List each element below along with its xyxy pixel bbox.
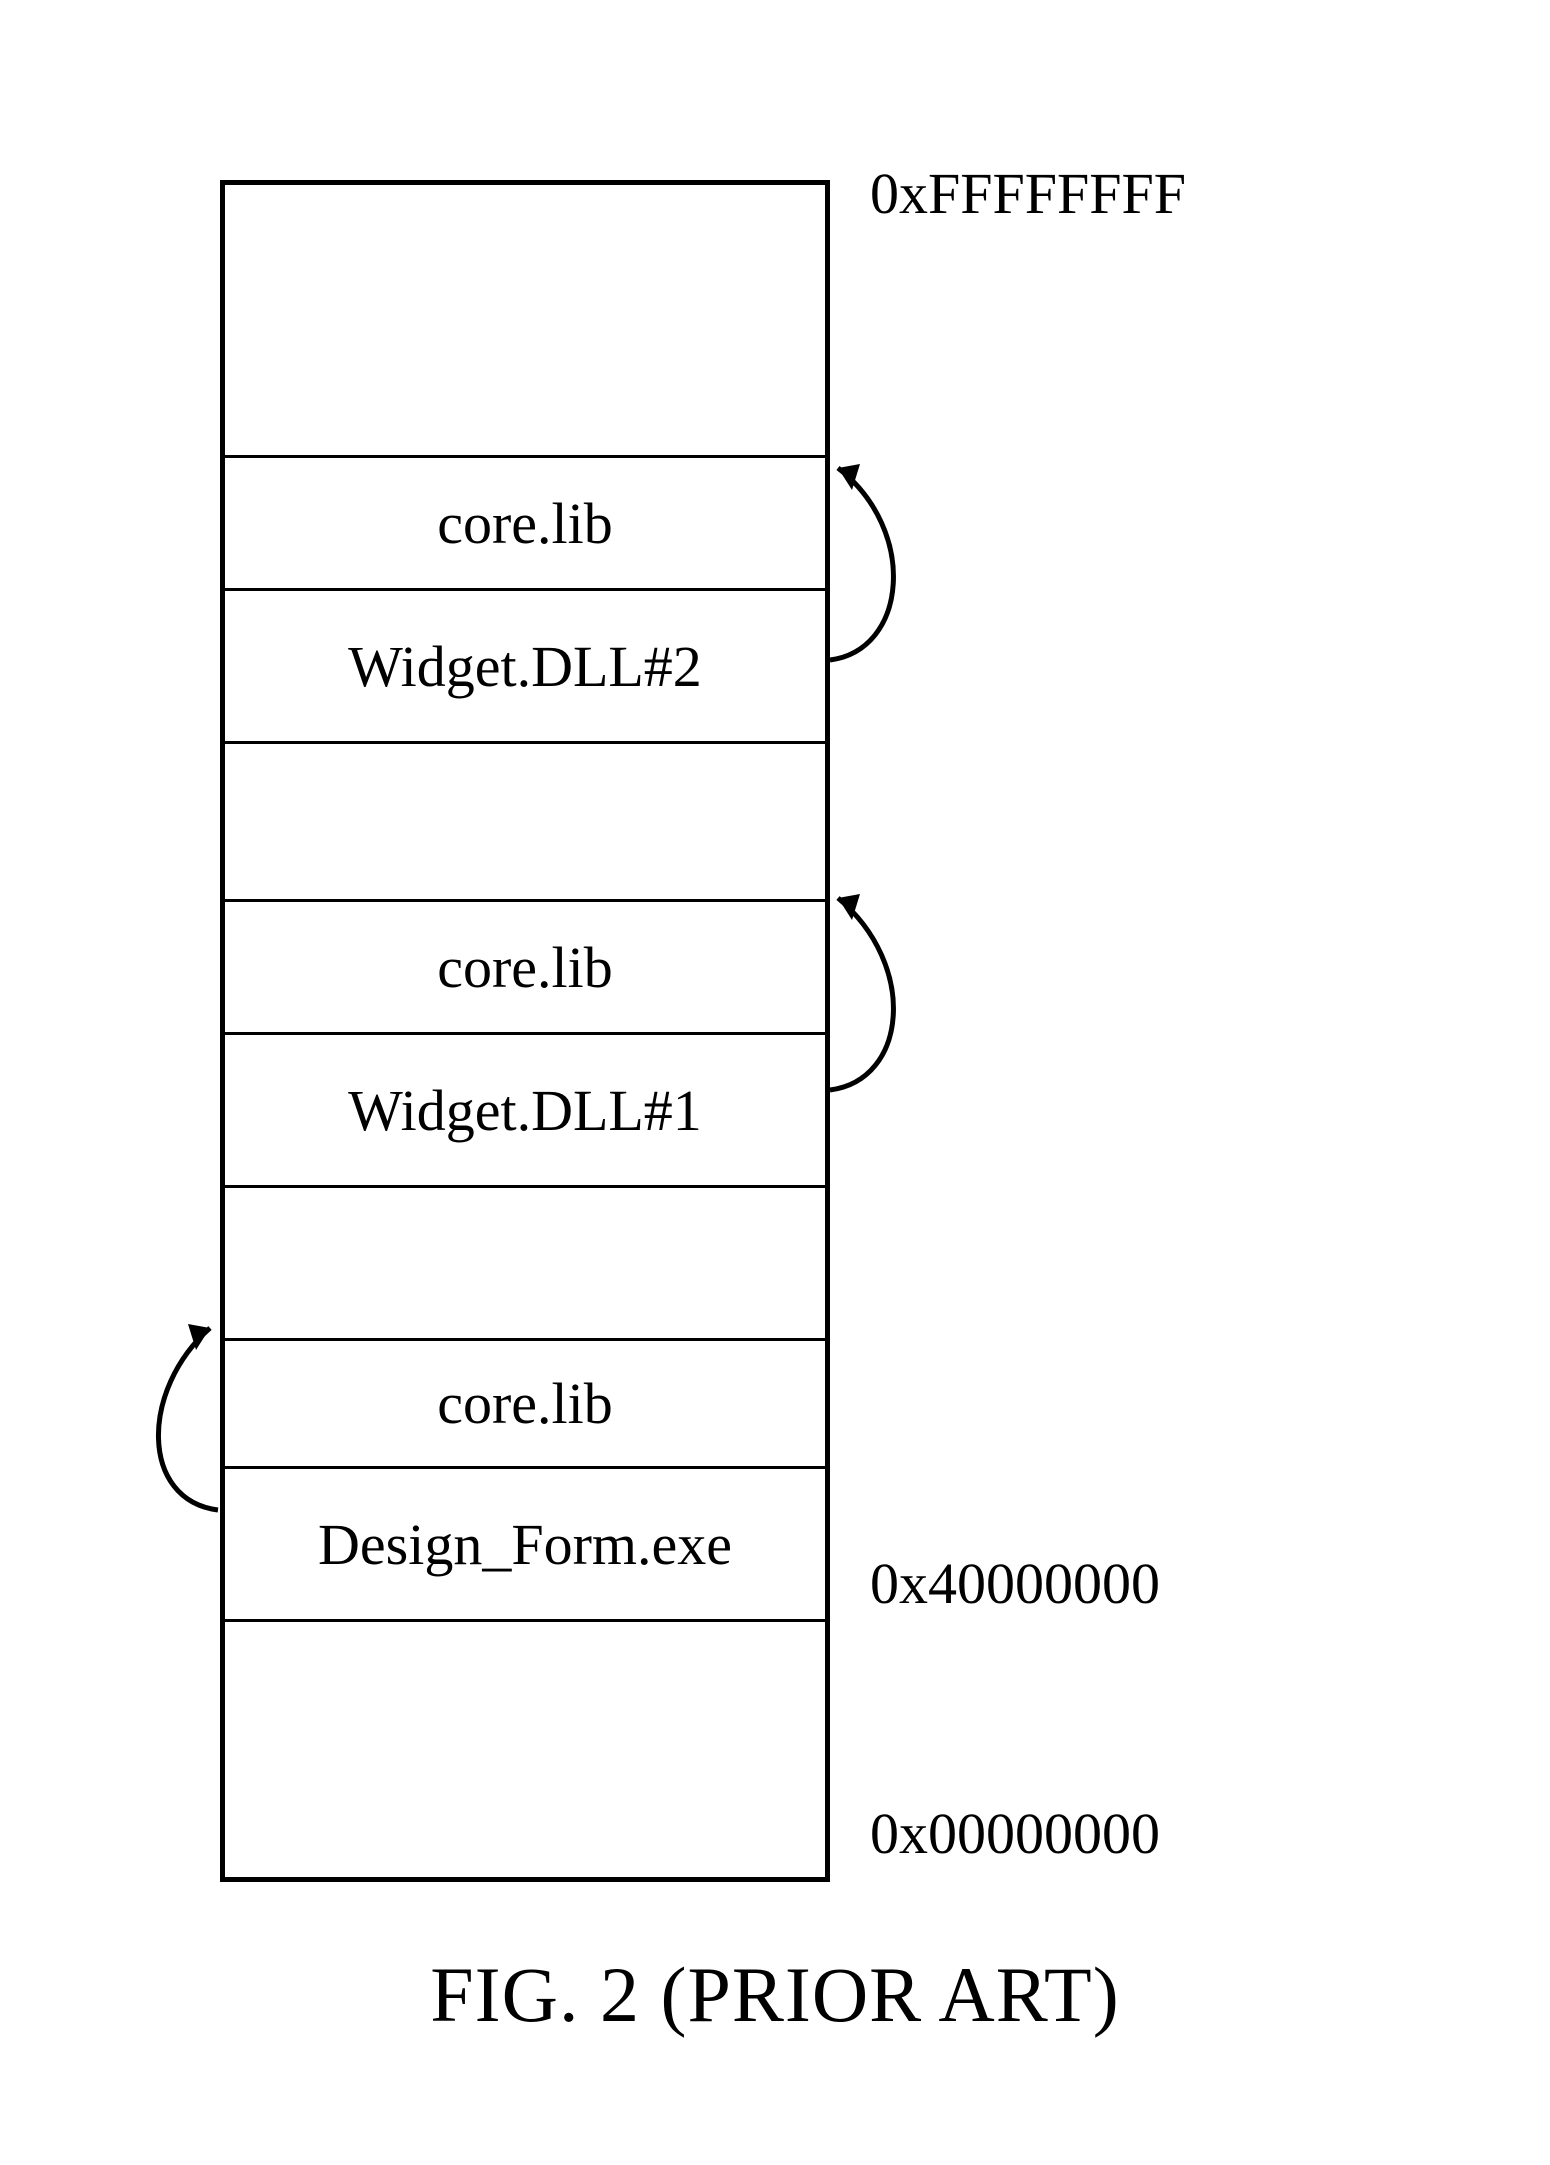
arrow-exe-to-corelib xyxy=(110,1310,250,1610)
memory-column: core.lib Widget.DLL#2 core.lib Widget.DL… xyxy=(220,180,830,1882)
address-exe-base: 0x40000000 xyxy=(870,1550,1160,1617)
region-core-lib-2: core.lib xyxy=(225,902,825,1035)
arrow-dll2-to-corelib xyxy=(828,450,968,750)
address-bottom: 0x00000000 xyxy=(870,1800,1160,1867)
region-label: Design_Form.exe xyxy=(318,1511,732,1578)
region-gap-1 xyxy=(225,1188,825,1341)
region-widget-dll-2: Widget.DLL#2 xyxy=(225,591,825,744)
region-label: Widget.DLL#2 xyxy=(348,633,702,700)
figure-caption: FIG. 2 (PRIOR ART) xyxy=(0,1950,1550,2040)
region-label: Widget.DLL#1 xyxy=(348,1077,702,1144)
region-label: core.lib xyxy=(437,1370,613,1437)
memory-map-diagram: core.lib Widget.DLL#2 core.lib Widget.DL… xyxy=(220,180,830,1882)
region-core-lib-3: core.lib xyxy=(225,458,825,591)
region-label: core.lib xyxy=(437,934,613,1001)
arrow-dll1-to-corelib xyxy=(828,880,968,1180)
region-empty-bottom xyxy=(225,1622,825,1877)
region-gap-2 xyxy=(225,744,825,902)
region-widget-dll-1: Widget.DLL#1 xyxy=(225,1035,825,1188)
region-core-lib-1: core.lib xyxy=(225,1341,825,1469)
region-design-form-exe: Design_Form.exe xyxy=(225,1469,825,1622)
region-label: core.lib xyxy=(437,490,613,557)
address-top: 0xFFFFFFFF xyxy=(870,160,1186,227)
region-empty-top xyxy=(225,185,825,458)
